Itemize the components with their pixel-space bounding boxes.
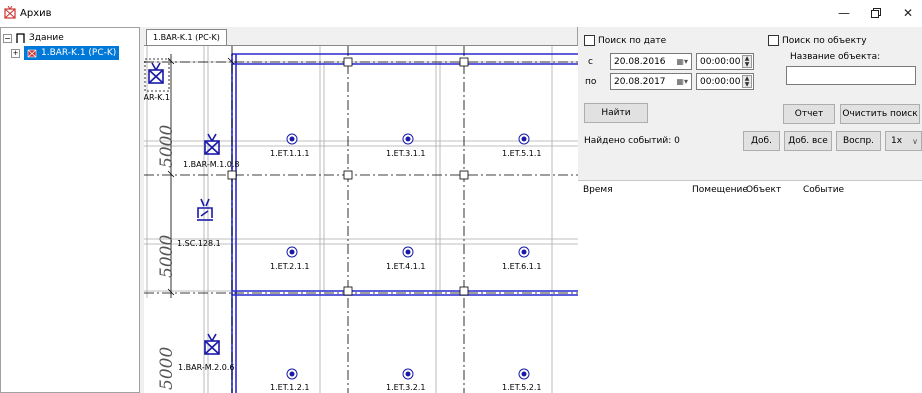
add-button[interactable]: Доб. [743, 131, 780, 151]
object-name-input[interactable] [786, 66, 916, 85]
from-label: с [588, 57, 593, 67]
panel-device-icon [27, 49, 37, 58]
add-all-button[interactable]: Доб. все [784, 131, 832, 151]
checkbox-box[interactable] [584, 35, 595, 46]
sensor-label: 1.ET.5.2.1 [502, 383, 542, 392]
date-value: 20.08.2017 [614, 77, 666, 87]
building-tree: − Здание + 1.BAR-K.1 (PC-K) [0, 27, 140, 393]
minimize-button[interactable]: — [828, 3, 860, 23]
floor-plan-canvas[interactable]: 5000 5000 5000 BAR-K.1 1.BAR-M.1.0.8 1.S… [144, 46, 578, 393]
spinner-icon[interactable]: ▲ ▼ [742, 75, 752, 88]
calendar-dropdown-icon[interactable]: ▦▾ [676, 77, 688, 86]
restore-icon [871, 8, 881, 18]
module-icon-2 [204, 333, 220, 355]
maximize-button[interactable] [860, 3, 892, 23]
date-value: 20.08.2016 [614, 57, 666, 67]
panel-icon [148, 62, 164, 84]
sensor-label: 1.ET.2.1.1 [270, 262, 310, 271]
module-label: 1.BAR-M.1.0.8 [183, 160, 240, 169]
sensor-label: 1.ET.3.1.1 [386, 149, 426, 158]
tree-item-panel[interactable]: + 1.BAR-K.1 (PC-K) [11, 46, 120, 60]
archive-app-icon [4, 5, 16, 22]
panel-label: BAR-K.1 [144, 93, 170, 102]
close-button[interactable]: ✕ [892, 3, 922, 23]
find-button[interactable]: Найти [584, 103, 648, 123]
from-time-field[interactable]: 00:00:00 ▲ ▼ [696, 53, 754, 70]
title-bar: Архив — ✕ [0, 0, 922, 27]
found-events-count: Найдено событий: 0 [584, 136, 680, 146]
calendar-dropdown-icon[interactable]: ▦▾ [676, 57, 688, 66]
controller-label: 1.SC.128.1 [177, 239, 221, 248]
dimension-label: 5000 [157, 346, 177, 390]
chevron-down-icon[interactable]: ∨ [912, 137, 918, 146]
object-name-label: Название объекта: [790, 52, 881, 62]
checkbox-label: Поиск по объекту [782, 35, 867, 46]
plan-view: 1.BAR-K.1 (PC-K) 5000 5000 5000 AR-K.1 1… [144, 27, 578, 393]
search-panel: Поиск по дате Поиск по объекту с 20.08.2… [578, 27, 922, 393]
controller-icon [197, 198, 213, 221]
floor-plan-drawing [144, 46, 578, 393]
to-date-picker[interactable]: 20.08.2017 ▦▾ [610, 73, 692, 90]
sensor-label: 1.ET.1.1.1 [270, 149, 310, 158]
tree-item-building[interactable]: − Здание [3, 31, 64, 45]
to-time-field[interactable]: 00:00:00 ▲ ▼ [696, 73, 754, 90]
from-date-picker[interactable]: 20.08.2016 ▦▾ [610, 53, 692, 70]
sensor-label: 1.ET.5.1.1 [502, 149, 542, 158]
events-table[interactable]: Время Помещение Объект Событие [578, 180, 922, 393]
column-header-event[interactable]: Событие [803, 185, 844, 195]
checkbox-box[interactable] [768, 35, 779, 46]
sensor-label: 1.ET.3.2.1 [386, 383, 426, 392]
sensor-label: 1.ET.6.1.1 [502, 262, 542, 271]
window-title: Архив [20, 8, 52, 19]
dimension-label: 5000 [157, 124, 177, 168]
speed-select[interactable]: 1x ∨ [885, 131, 922, 151]
tree-item-label: 1.BAR-K.1 (PC-K) [41, 48, 117, 58]
time-value: 00:00:00 [700, 57, 741, 67]
column-header-time[interactable]: Время [583, 185, 613, 195]
spinner-icon[interactable]: ▲ ▼ [742, 55, 752, 68]
tree-item-label: Здание [29, 33, 64, 43]
expand-icon[interactable]: + [11, 48, 20, 58]
dimension-label: 5000 [157, 234, 177, 278]
tree-item-selected[interactable]: 1.BAR-K.1 (PC-K) [24, 46, 120, 60]
column-header-object[interactable]: Объект [746, 185, 781, 195]
sensor-label: 1.ET.1.2.1 [270, 383, 310, 392]
module-label: 1.BAR-M.2.0.6 [178, 363, 235, 372]
play-button[interactable]: Воспр. [836, 131, 881, 151]
to-label: по [585, 77, 597, 87]
tab-plan[interactable]: 1.BAR-K.1 (PC-K) [146, 29, 227, 46]
minimize-icon: — [838, 6, 850, 20]
speed-value: 1x [891, 136, 903, 146]
search-by-object-checkbox[interactable]: Поиск по объекту [768, 35, 867, 46]
close-icon: ✕ [902, 6, 914, 20]
collapse-icon[interactable]: − [3, 33, 12, 43]
sensor-label: 1.ET.4.1.1 [386, 262, 426, 271]
report-button[interactable]: Отчет [783, 104, 835, 124]
checkbox-label: Поиск по дате [598, 35, 667, 46]
time-value: 00:00:00 [700, 77, 741, 87]
building-icon [16, 33, 25, 43]
column-header-room[interactable]: Помещение [692, 185, 748, 195]
module-icon-1 [204, 133, 220, 155]
search-by-date-checkbox[interactable]: Поиск по дате [584, 35, 666, 46]
clear-search-button[interactable]: Очистить поиск [840, 104, 920, 124]
